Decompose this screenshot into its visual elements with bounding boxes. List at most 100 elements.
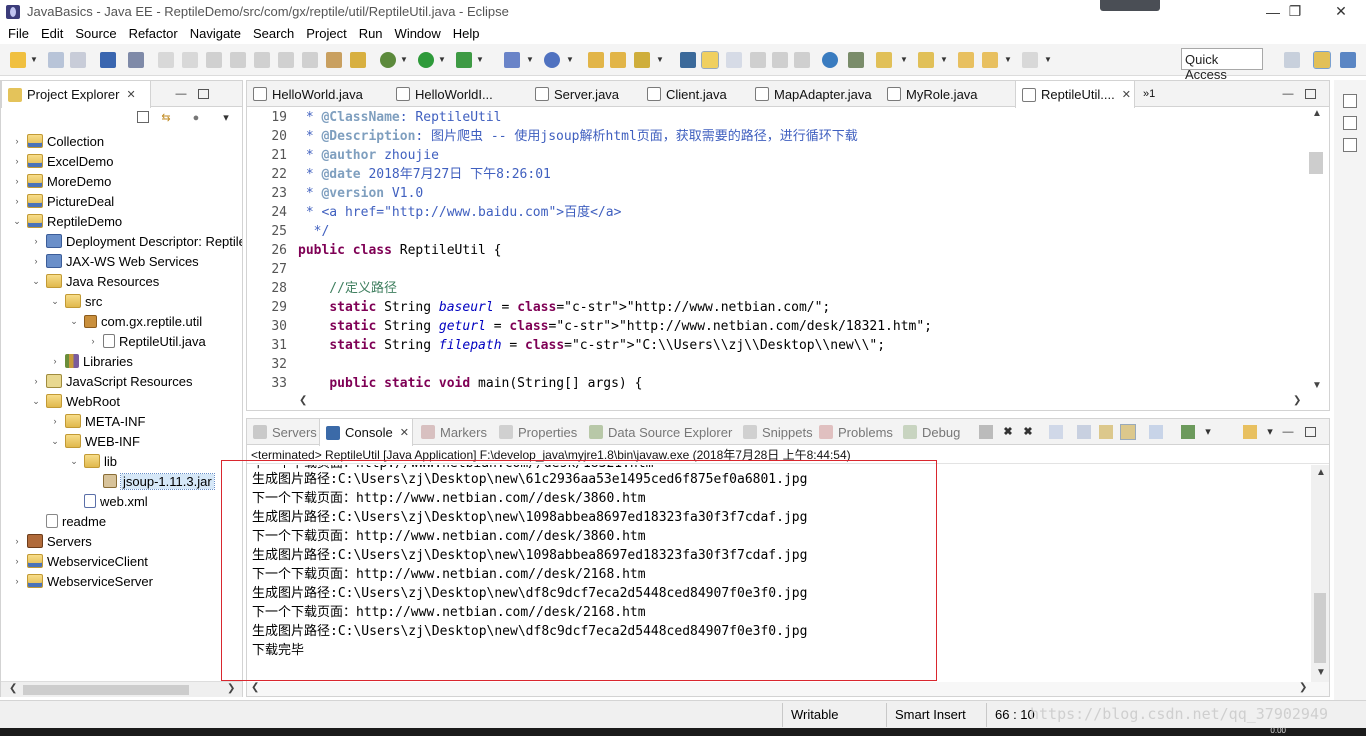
show-on-output-icon[interactable] <box>1120 424 1136 440</box>
code-line[interactable]: 28 //定义路径 <box>247 279 1303 298</box>
task-list-icon[interactable] <box>1343 138 1357 152</box>
open-task-icon[interactable] <box>610 52 626 68</box>
tree-item[interactable]: › PictureDeal <box>11 191 115 211</box>
menu-file[interactable]: File <box>4 26 33 41</box>
tree-item[interactable]: › JAX-WS Web Services <box>30 251 199 271</box>
previous-annotation-icon[interactable] <box>918 52 934 68</box>
tree-item[interactable]: › JavaScript Resources <box>30 371 193 391</box>
toggle-breadcrumb-icon[interactable] <box>680 52 696 68</box>
run-icon[interactable] <box>418 52 434 68</box>
maximize-button[interactable]: ❐ <box>1272 0 1318 23</box>
code-line[interactable]: 24 * <a href="http://www.baidu.com">百度</… <box>247 203 1303 222</box>
tab-helloworldi[interactable]: HelloWorldI... <box>390 81 515 107</box>
tab-myrole-java[interactable]: MyRole.java <box>881 81 1015 107</box>
tab-helloworld-java[interactable]: HelloWorld.java <box>247 81 390 107</box>
chevron-down-icon[interactable]: ⌄ <box>49 296 61 307</box>
word-wrap-icon[interactable] <box>1099 425 1113 439</box>
editor-vertical-scrollbar[interactable]: ▲ ▼ <box>1303 108 1329 394</box>
chevron-right-icon[interactable]: › <box>11 536 23 546</box>
close-button[interactable]: ✕ <box>1318 0 1364 23</box>
code-line[interactable]: 27 <box>247 260 1303 279</box>
tree-item[interactable]: ⌄ WebRoot <box>30 391 120 411</box>
terminate-icon[interactable] <box>979 425 993 439</box>
save-icon[interactable] <box>48 52 64 68</box>
new-dropdown-arrow[interactable]: ▼ <box>30 54 38 66</box>
search-wand-icon[interactable] <box>634 52 650 68</box>
code-line[interactable]: 23 * @version V1.0 <box>247 184 1303 203</box>
editor-horizontal-scrollbar[interactable]: ❮ ❯ <box>297 394 1307 410</box>
step-into-icon[interactable] <box>254 52 270 68</box>
tree-item[interactable]: › Servers <box>11 531 92 551</box>
menu-run[interactable]: Run <box>355 26 387 41</box>
forward-dropdown-arrow[interactable]: ▼ <box>1044 54 1052 66</box>
resume-icon[interactable] <box>158 52 174 68</box>
next-annotation-icon[interactable] <box>876 52 892 68</box>
view-menu-chevron-down-icon[interactable]: ▾ <box>219 111 233 125</box>
block-selection-icon[interactable] <box>726 52 742 68</box>
code-line[interactable]: 19 * @ClassName: ReptileUtil <box>247 108 1303 127</box>
code-line[interactable]: 26 public class ReptileUtil { <box>247 241 1303 260</box>
tree-item[interactable]: ⌄ src <box>49 291 102 311</box>
minimize-view-icon[interactable]: — <box>1281 425 1295 439</box>
code-line[interactable]: 22 * @date 2018年7月27日 下午8:26:01 <box>247 165 1303 184</box>
menu-source[interactable]: Source <box>71 26 120 41</box>
scroll-left-icon[interactable]: ❮ <box>9 683 17 694</box>
open-console-dropdown-arrow[interactable]: ▾ <box>1263 425 1277 439</box>
code-line[interactable]: 25 */ <box>247 222 1303 241</box>
tab-servers[interactable]: Servers <box>247 419 319 445</box>
tree-item[interactable]: › WebserviceClient <box>11 551 148 571</box>
minimize-view-icon[interactable]: — <box>1281 87 1295 101</box>
tab-client-java[interactable]: Client.java <box>641 81 751 107</box>
scroll-right-icon[interactable]: ❯ <box>1293 395 1301 406</box>
restore-icon[interactable] <box>1343 94 1357 108</box>
tree-item[interactable]: › ReptileUtil.java <box>87 331 206 351</box>
open-console-icon[interactable] <box>1243 425 1257 439</box>
code-line[interactable]: 20 * @Description: 图片爬虫 -- 使用jsoup解析html… <box>247 127 1303 146</box>
menu-search[interactable]: Search <box>249 26 298 41</box>
link-with-editor-icon[interactable]: ⇆ <box>159 111 173 125</box>
tab-overflow-chevron-icon[interactable]: »1 <box>1137 81 1167 107</box>
search-dropdown-arrow[interactable]: ▼ <box>656 54 664 66</box>
chevron-right-icon[interactable]: › <box>30 376 42 386</box>
tree-item[interactable]: › ExcelDemo <box>11 151 114 171</box>
skip-breakpoints-icon[interactable] <box>128 52 144 68</box>
previous-annotation-dropdown-arrow[interactable]: ▼ <box>940 54 948 66</box>
chevron-right-icon[interactable]: › <box>11 556 23 566</box>
code-line[interactable]: 30 static String geturl = class="c-str">… <box>247 317 1303 336</box>
project-explorer-horizontal-scrollbar[interactable]: ❮ ❯ <box>1 681 242 697</box>
tab-server-java[interactable]: Server.java <box>529 81 641 107</box>
filter-icon[interactable]: ● <box>189 111 203 125</box>
scrollbar-thumb[interactable] <box>1314 593 1326 663</box>
menu-edit[interactable]: Edit <box>37 26 67 41</box>
chevron-down-icon[interactable]: ⌄ <box>49 436 61 447</box>
chevron-down-icon[interactable]: ⌄ <box>68 316 80 327</box>
open-console-icon[interactable] <box>848 52 864 68</box>
scrollbar-thumb[interactable] <box>1309 152 1323 174</box>
menu-help[interactable]: Help <box>449 26 484 41</box>
run-dropdown-arrow[interactable]: ▼ <box>438 54 446 66</box>
external-tools-dropdown-arrow[interactable]: ▼ <box>476 54 484 66</box>
back-dropdown-arrow[interactable]: ▼ <box>1004 54 1012 66</box>
close-icon[interactable]: ✕ <box>400 426 409 439</box>
paragraph-icon[interactable] <box>794 52 810 68</box>
terminate-icon[interactable] <box>206 52 222 68</box>
tab-markers[interactable]: Markers <box>415 419 493 445</box>
java-ee-perspective-icon[interactable] <box>1313 51 1331 69</box>
open-type-icon[interactable] <box>588 52 604 68</box>
step-over-icon[interactable] <box>278 52 294 68</box>
menu-refactor[interactable]: Refactor <box>125 26 182 41</box>
chevron-right-icon[interactable]: › <box>87 336 99 346</box>
chevron-right-icon[interactable]: › <box>11 196 23 206</box>
chevron-right-icon[interactable]: › <box>11 156 23 166</box>
tree-item[interactable]: jsoup-1.11.3.jar <box>87 471 215 491</box>
scroll-down-icon[interactable]: ▼ <box>1312 380 1322 391</box>
maximize-view-icon[interactable] <box>1305 427 1316 437</box>
close-icon[interactable]: ✕ <box>1122 88 1131 101</box>
tab-data-source-explorer[interactable]: Data Source Explorer <box>583 419 737 445</box>
minimize-view-icon[interactable]: — <box>174 87 188 101</box>
open-perspective-icon[interactable] <box>1284 52 1300 68</box>
tree-item[interactable]: ⌄ Java Resources <box>30 271 159 291</box>
display-selected-console-icon[interactable] <box>1181 425 1195 439</box>
tab-console[interactable]: Console ✕ <box>319 419 413 446</box>
step-return-icon[interactable] <box>302 52 318 68</box>
